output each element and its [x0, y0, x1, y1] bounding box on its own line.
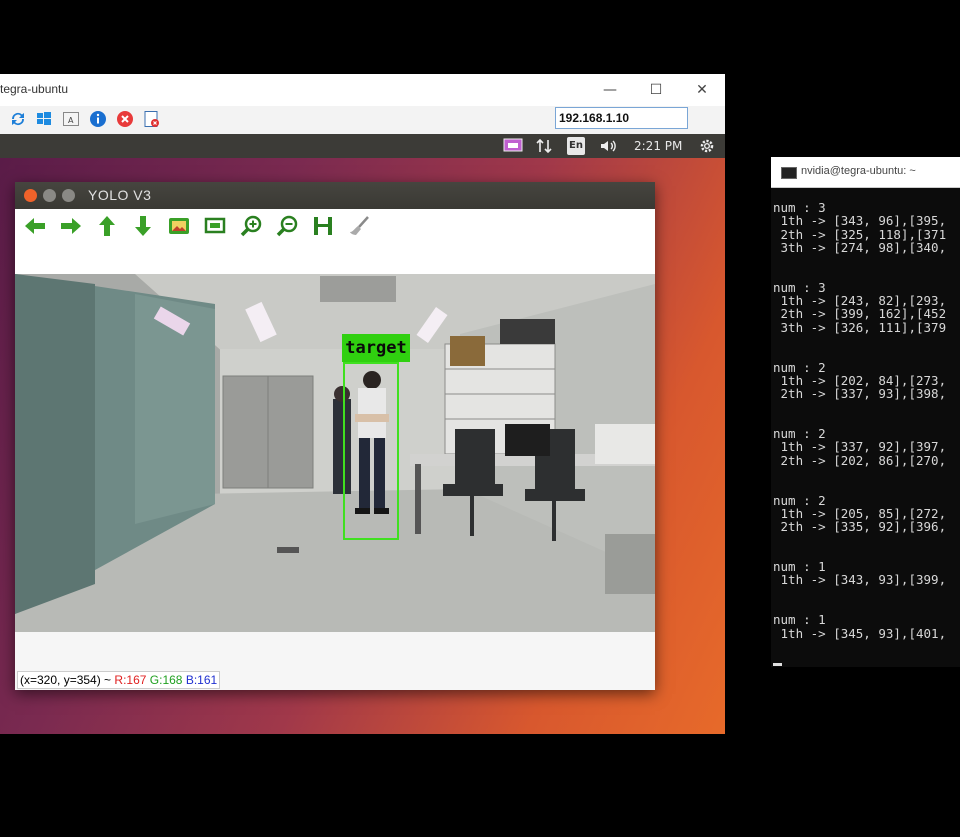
terminal-block: num : 2 1th -> [202, 84],[273, 2th -> [3… — [773, 359, 960, 402]
terminal-line: 2th -> [335, 92],[396, — [773, 519, 947, 535]
windows-icon[interactable] — [35, 110, 53, 128]
info-icon[interactable] — [89, 110, 107, 128]
terminal-window: nvidia@tegra-ubuntu: ~ num : 3 1th -> [3… — [771, 157, 960, 667]
zoom-fit-icon[interactable] — [202, 213, 228, 239]
pixel-coords: (x=320, y=354) ~ — [20, 673, 112, 687]
arrow-left-icon[interactable] — [22, 213, 48, 239]
terminal-line: 3th -> [326, 111],[379 — [773, 319, 947, 335]
yolo-toolbar — [15, 209, 655, 274]
pixel-red-value: R:167 — [114, 673, 147, 687]
terminal-line: 2th -> [325, 118],[371 — [773, 226, 947, 242]
ubuntu-desktop: YOLO V3 target (x=320, y=354) ~ R:167 G:… — [0, 158, 725, 734]
terminal-line: 1th -> [205, 85],[272, — [773, 505, 947, 521]
terminal-block: num : 2 1th -> [205, 85],[272, 2th -> [3… — [773, 492, 960, 535]
terminal-line: 1th -> [243, 82],[293, — [773, 293, 947, 309]
zoom-out-icon[interactable] — [274, 213, 300, 239]
yolo-close-button[interactable] — [24, 189, 37, 202]
terminal-line: num : 2 — [773, 492, 826, 508]
close-button[interactable]: ✕ — [688, 78, 716, 102]
terminal-line: 1th -> [337, 92],[397, — [773, 439, 947, 455]
camera-video-frame: target — [15, 274, 655, 632]
svg-text:A: A — [68, 116, 74, 125]
terminal-line: 2th -> [399, 162],[452 — [773, 306, 947, 322]
ubuntu-top-panel: En 2:21 PM — [0, 134, 725, 158]
terminal-icon — [781, 167, 797, 179]
viewer-titlebar: tegra-ubuntu — ☐ ✕ — [0, 74, 725, 106]
terminal-line: num : 2 — [773, 359, 826, 375]
terminal-block: num : 1 1th -> [345, 93],[401, — [773, 613, 960, 640]
terminal-block: num : 1 1th -> [343, 93],[399, — [773, 560, 960, 587]
keyboard-icon[interactable]: A — [62, 110, 80, 128]
detection-label: target — [342, 334, 410, 362]
zoom-in-icon[interactable] — [238, 213, 264, 239]
yolo-minimize-button[interactable] — [43, 189, 56, 202]
arrow-right-icon[interactable] — [58, 213, 84, 239]
brush-icon[interactable] — [346, 213, 372, 239]
terminal-titlebar: nvidia@tegra-ubuntu: ~ — [771, 157, 960, 188]
save-icon[interactable] — [310, 213, 336, 239]
terminal-cursor — [773, 663, 782, 666]
terminal-line: 2th -> [202, 86],[270, — [773, 452, 947, 468]
terminal-output: num : 3 1th -> [343, 96],[395, 2th -> [3… — [773, 201, 960, 666]
picture-icon[interactable] — [166, 213, 192, 239]
screen-icon[interactable] — [502, 137, 524, 155]
network-icon[interactable] — [535, 137, 553, 155]
pixel-green-value: G:168 — [149, 673, 183, 687]
panel-clock[interactable]: 2:21 PM — [634, 137, 682, 155]
terminal-line: num : 3 — [773, 200, 826, 215]
yolo-window-title: YOLO V3 — [88, 187, 152, 203]
yolo-window: YOLO V3 target (x=320, y=354) ~ R:167 G:… — [15, 182, 655, 690]
yolo-maximize-button[interactable] — [62, 189, 75, 202]
gear-icon[interactable] — [698, 137, 716, 155]
minimize-button[interactable]: — — [596, 78, 624, 102]
yolo-status-area: (x=320, y=354) ~ R:167 G:168 B:161 — [15, 632, 655, 690]
terminal-line: num : 1 — [773, 559, 826, 575]
terminal-block: num : 3 1th -> [243, 82],[293, 2th -> [3… — [773, 279, 960, 335]
arrow-up-icon[interactable] — [94, 213, 120, 239]
arrow-down-icon[interactable] — [130, 213, 156, 239]
terminal-title: nvidia@tegra-ubuntu: ~ — [801, 165, 916, 177]
terminal-line: num : 1 — [773, 612, 826, 628]
office-scene — [15, 274, 655, 632]
pixel-blue-value: B:161 — [185, 673, 218, 687]
ip-address-field[interactable]: 192.168.1.10 — [555, 107, 688, 129]
terminal-block: num : 3 1th -> [343, 96],[395, 2th -> [3… — [773, 201, 960, 254]
terminal-block: num : 2 1th -> [337, 92],[397, 2th -> [2… — [773, 427, 960, 467]
remote-viewer-window: tegra-ubuntu — ☐ ✕ A 192.168.1.10 En 2:2… — [0, 74, 725, 734]
terminal-line: num : 2 — [773, 426, 826, 442]
disconnect-icon[interactable] — [116, 110, 134, 128]
pixel-info-status: (x=320, y=354) ~ R:167 G:168 B:161 — [17, 671, 221, 689]
detection-bounding-box — [343, 362, 399, 540]
terminal-line: 1th -> [202, 84],[273, — [773, 372, 947, 388]
yolo-titlebar: YOLO V3 — [15, 182, 655, 209]
maximize-button[interactable]: ☐ — [642, 78, 670, 102]
viewer-title: tegra-ubuntu — [0, 82, 69, 96]
refresh-icon[interactable] — [9, 110, 27, 128]
terminal-line: 2th -> [337, 93],[398, — [773, 386, 947, 402]
volume-icon[interactable] — [598, 137, 620, 155]
terminal-line: 1th -> [343, 96],[395, — [773, 213, 947, 229]
terminal-line: 3th -> [274, 98],[340, — [773, 239, 947, 255]
terminal-line: 1th -> [345, 93],[401, — [773, 625, 947, 641]
close-session-icon[interactable] — [143, 110, 161, 128]
terminal-line: num : 3 — [773, 279, 826, 295]
terminal-line: 1th -> [343, 93],[399, — [773, 572, 947, 588]
keyboard-layout-indicator[interactable]: En — [567, 137, 585, 155]
